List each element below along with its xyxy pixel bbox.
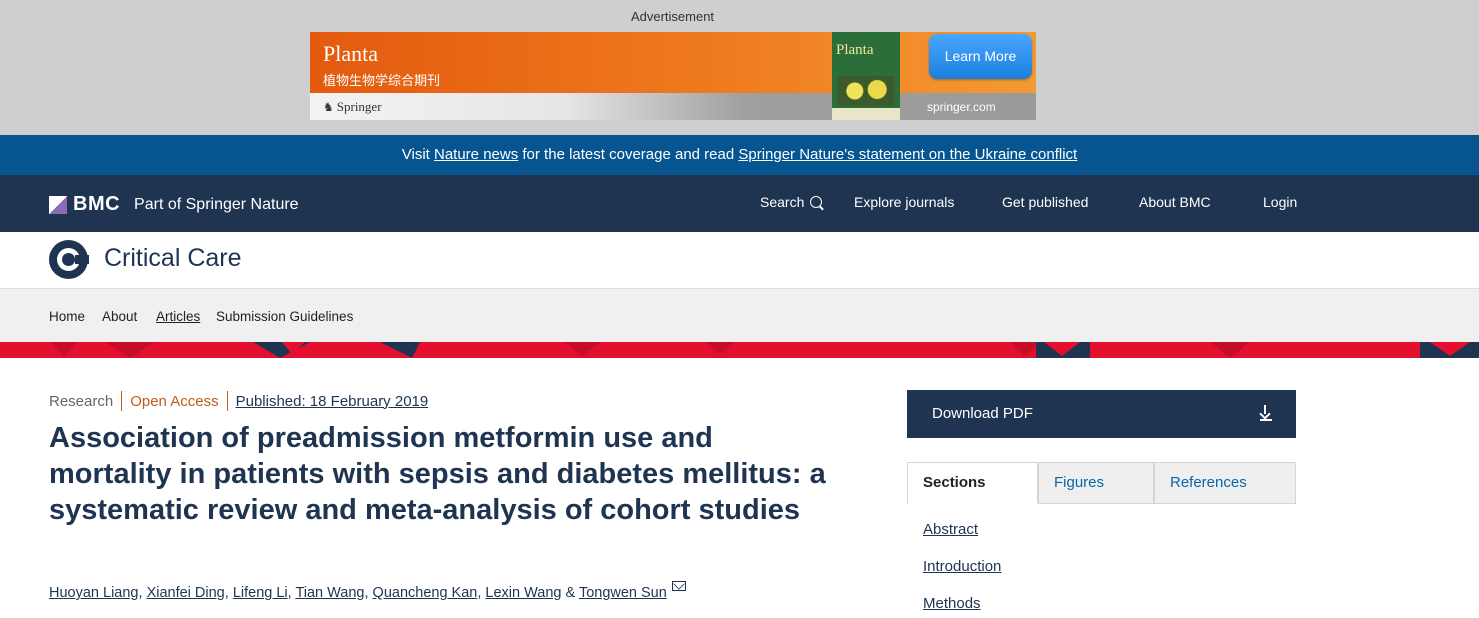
notice-prefix: Visit — [401, 146, 434, 163]
author-separator: & — [561, 585, 579, 601]
download-pdf-label: Download PDF — [932, 405, 1033, 422]
ad-publisher: ♞ Springer — [323, 99, 382, 115]
author-link[interactable]: Lexin Wang — [485, 585, 561, 601]
published-date-link[interactable]: Published: 18 February 2019 — [236, 393, 429, 410]
download-icon — [1259, 405, 1272, 421]
tab-references[interactable]: References — [1154, 462, 1296, 504]
journal-nav: Home About Articles Submission Guideline… — [0, 289, 1479, 342]
notice-middle: for the latest coverage and read — [518, 146, 739, 163]
ad-journal-cover: Planta — [832, 32, 900, 120]
ad-learn-more-button[interactable]: Learn More — [929, 34, 1032, 79]
journal-nav-home[interactable]: Home — [49, 309, 85, 324]
journal-nav-submission-guidelines[interactable]: Submission Guidelines — [216, 309, 353, 324]
nature-news-link[interactable]: Nature news — [434, 146, 518, 163]
section-link-abstract[interactable]: Abstract — [923, 521, 978, 538]
bmc-tagline: Part of Springer Nature — [134, 195, 299, 213]
springer-horse-icon: ♞ — [323, 100, 334, 114]
author-list: Huoyan Liang, Xianfei Ding, Lifeng Li, T… — [49, 581, 686, 601]
author-link[interactable]: Huoyan Liang — [49, 585, 139, 601]
ad-publisher-name: Springer — [336, 99, 382, 114]
journal-nav-about[interactable]: About — [102, 309, 137, 324]
ukraine-statement-link[interactable]: Springer Nature's statement on the Ukrai… — [738, 146, 1077, 163]
bmc-search-label: Search — [760, 194, 805, 210]
advertisement-area: Advertisement Planta 植物生物学综合期刊 ♞ Springer… — [0, 0, 1479, 135]
bmc-logo-text: BMC — [73, 193, 121, 215]
sidebar-tabs: Sections Figures References — [907, 462, 1296, 504]
journal-title[interactable]: Critical Care — [104, 244, 242, 273]
author-link[interactable]: Quancheng Kan — [373, 585, 478, 601]
author-link[interactable]: Tian Wang — [295, 585, 364, 601]
meta-divider — [121, 391, 123, 411]
bmc-logo-icon — [49, 195, 67, 214]
ad-subtitle: 植物生物学综合期刊 — [323, 73, 441, 88]
nav-get-published[interactable]: Get published — [1002, 194, 1088, 210]
author-link[interactable]: Xianfei Ding — [147, 585, 225, 601]
author-link[interactable]: Tongwen Sun — [579, 585, 667, 601]
nav-explore-journals[interactable]: Explore journals — [854, 194, 954, 210]
ad-cover-strip — [832, 108, 900, 120]
nav-about-bmc[interactable]: About BMC — [1139, 194, 1211, 210]
ad-title: Planta — [323, 41, 378, 66]
author-separator: , — [138, 585, 147, 601]
bmc-search-button[interactable]: Search — [760, 194, 823, 210]
article-title: Association of preadmission metformin us… — [49, 422, 826, 526]
open-access-badge: Open Access — [130, 392, 219, 410]
ukraine-notice-bar: Visit Nature news for the latest coverag… — [0, 135, 1479, 175]
journal-header: Critical Care — [0, 232, 1479, 289]
meta-divider — [226, 391, 228, 411]
band-pattern — [50, 342, 1479, 358]
author-link[interactable]: Lifeng Li — [233, 585, 288, 601]
author-separator: , — [364, 585, 373, 601]
bmc-header: BMC Part of Springer Nature Search Explo… — [0, 175, 1479, 232]
bmc-logo[interactable]: BMC Part of Springer Nature — [49, 193, 299, 216]
search-icon — [810, 196, 823, 208]
download-pdf-button[interactable]: Download PDF — [907, 390, 1296, 438]
tab-sections[interactable]: Sections — [907, 462, 1038, 504]
email-icon[interactable] — [671, 581, 686, 591]
nav-login[interactable]: Login — [1263, 194, 1297, 210]
decorative-band — [0, 342, 1479, 358]
section-link-methods[interactable]: Methods — [923, 595, 981, 612]
ad-cover-image — [838, 76, 894, 106]
journal-nav-articles[interactable]: Articles — [156, 309, 200, 324]
ad-banner[interactable]: Planta 植物生物学综合期刊 ♞ Springer Planta Learn … — [310, 32, 1036, 120]
advertisement-label: Advertisement — [630, 9, 715, 24]
ad-domain: springer.com — [927, 100, 996, 114]
ad-cover-title: Planta — [836, 42, 874, 58]
article-type: Research — [49, 392, 114, 410]
author-separator: , — [224, 585, 233, 601]
section-link-introduction[interactable]: Introduction — [923, 558, 1001, 575]
article-meta: Research Open Access Published: 18 Febru… — [49, 391, 428, 411]
tab-figures[interactable]: Figures — [1038, 462, 1154, 504]
critical-care-logo-icon[interactable] — [49, 240, 89, 279]
